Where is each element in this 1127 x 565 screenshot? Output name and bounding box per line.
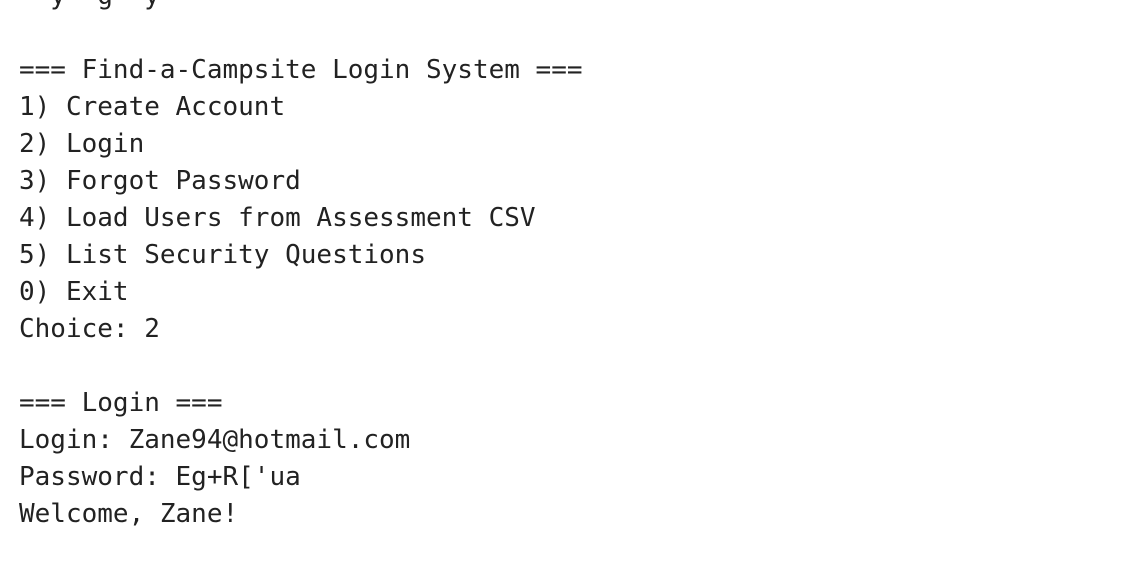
partial-previous-line: y g y [19, 0, 583, 15]
choice-prompt: Choice: 2 [19, 314, 160, 344]
menu-option-load-users: 4) Load Users from Assessment CSV [19, 203, 536, 233]
login-section-header: === Login === [19, 388, 223, 418]
main-menu-header: === Find-a-Campsite Login System === [19, 55, 583, 85]
menu-option-forgot-password: 3) Forgot Password [19, 166, 301, 196]
welcome-message: Welcome, Zane! [19, 499, 239, 529]
terminal-output: y g y === Find-a-Campsite Login System =… [19, 0, 583, 533]
menu-option-create-account: 1) Create Account [19, 92, 286, 122]
menu-option-login: 2) Login [19, 129, 145, 159]
menu-option-exit: 0) Exit [19, 277, 129, 307]
login-prompt: Login: Zane94@hotmail.com [19, 425, 411, 455]
password-prompt: Password: Eg+R['ua [19, 462, 301, 492]
menu-option-list-security-questions: 5) List Security Questions [19, 240, 426, 270]
